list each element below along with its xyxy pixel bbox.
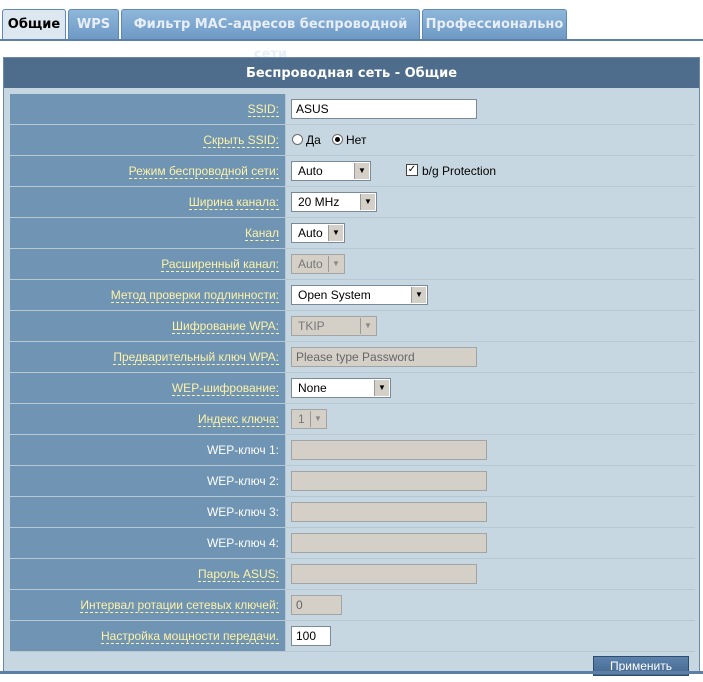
ext-channel-select[interactable]: Auto ▼	[291, 254, 345, 274]
hide-ssid-no-radio[interactable]	[332, 134, 343, 145]
bg-protection-checkbox[interactable]: ✓	[406, 164, 418, 176]
chevron-down-icon: ▼	[360, 318, 375, 334]
panel-footer: Применить	[10, 652, 695, 682]
settings-rows: SSID: ASUS Скрыть SSID: Да Нет Режим бес…	[10, 94, 695, 682]
key-rotation-label[interactable]: Интервал ротации сетевых ключей:	[80, 598, 279, 613]
auth-method-select[interactable]: Open System ▼	[291, 285, 428, 305]
tab-wps[interactable]: WPS	[68, 9, 119, 39]
wep-encryption-label[interactable]: WEP-шифрование:	[171, 381, 279, 396]
settings-panel: Беспроводная сеть - Общие SSID: ASUS Скр…	[3, 57, 700, 676]
wep-key4-input[interactable]	[291, 533, 487, 553]
wep-key3-input[interactable]	[291, 502, 487, 522]
asus-password-label[interactable]: Пароль ASUS:	[198, 567, 279, 582]
wpa-psk-label[interactable]: Предварительный ключ WPA:	[113, 350, 279, 365]
tab-professional[interactable]: Профессионально	[422, 9, 567, 39]
wireless-mode-label[interactable]: Режим беспроводной сети:	[128, 164, 279, 179]
row-wep-encryption: WEP-шифрование: None ▼	[10, 373, 695, 404]
tab-divider	[0, 39, 703, 41]
channel-label[interactable]: Канал	[245, 226, 279, 241]
row-auth-method: Метод проверки подлинности: Open System …	[10, 280, 695, 311]
wpa-encryption-label[interactable]: Шифрование WPA:	[172, 319, 279, 334]
tx-power-label[interactable]: Настройка мощности передачи.	[101, 629, 279, 644]
row-hide-ssid: Скрыть SSID: Да Нет	[10, 125, 695, 156]
key-index-label[interactable]: Индекс ключа:	[197, 412, 279, 427]
tab-general[interactable]: Общие	[2, 9, 66, 40]
chevron-down-icon: ▼	[360, 194, 375, 210]
row-channel: Канал Auto ▼	[10, 218, 695, 249]
wep-key1-label: WEP-ключ 1:	[10, 435, 286, 465]
chevron-down-icon: ▼	[411, 287, 426, 303]
row-wep-key2: WEP-ключ 2:	[10, 466, 695, 497]
panel-title: Беспроводная сеть - Общие	[4, 58, 699, 88]
wep-key4-label: WEP-ключ 4:	[10, 528, 286, 558]
row-ext-channel: Расширенный канал: Auto ▼	[10, 249, 695, 280]
wep-key2-input[interactable]	[291, 471, 487, 491]
key-index-select[interactable]: 1 ▼	[291, 409, 327, 429]
tx-power-input[interactable]: 100	[291, 626, 331, 646]
hide-ssid-yes-radio[interactable]	[292, 134, 303, 145]
channel-width-label[interactable]: Ширина канала:	[188, 195, 279, 210]
row-key-rotation: Интервал ротации сетевых ключей: 0	[10, 590, 695, 621]
row-wireless-mode: Режим беспроводной сети: Auto ▼ ✓ b/g Pr…	[10, 156, 695, 187]
row-wep-key1: WEP-ключ 1:	[10, 435, 695, 466]
channel-select[interactable]: Auto ▼	[291, 223, 345, 243]
ssid-input[interactable]: ASUS	[291, 99, 477, 119]
bg-protection-label: b/g Protection	[422, 164, 497, 178]
row-tx-power: Настройка мощности передачи. 100	[10, 621, 695, 652]
row-channel-width: Ширина канала: 20 MHz ▼	[10, 187, 695, 218]
chevron-down-icon: ▼	[374, 380, 389, 396]
wep-key3-label: WEP-ключ 3:	[10, 497, 286, 527]
chevron-down-icon: ▼	[328, 256, 343, 272]
wep-key2-label: WEP-ключ 2:	[10, 466, 286, 496]
channel-width-select[interactable]: 20 MHz ▼	[291, 192, 377, 212]
chevron-down-icon: ▼	[354, 163, 369, 179]
wep-key1-input[interactable]	[291, 440, 487, 460]
row-wpa-psk: Предварительный ключ WPA: Please type Pa…	[10, 342, 695, 373]
chevron-down-icon: ▼	[328, 225, 343, 241]
chevron-down-icon: ▼	[310, 411, 325, 427]
tab-mac-filter[interactable]: Фильтр MAC-адресов беспроводной сети	[121, 9, 420, 62]
row-wep-key3: WEP-ключ 3:	[10, 497, 695, 528]
wpa-encryption-select[interactable]: TKIP ▼	[291, 316, 377, 336]
wep-encryption-select[interactable]: None ▼	[291, 378, 391, 398]
row-wpa-encryption: Шифрование WPA: TKIP ▼	[10, 311, 695, 342]
tab-bar: Общие WPS Фильтр MAC-адресов беспроводно…	[0, 0, 703, 62]
hide-ssid-no-label: Нет	[346, 133, 367, 147]
hide-ssid-yes-label: Да	[306, 133, 321, 147]
ext-channel-label[interactable]: Расширенный канал:	[161, 257, 279, 272]
row-key-index: Индекс ключа: 1 ▼	[10, 404, 695, 435]
wpa-psk-input[interactable]: Please type Password	[291, 347, 477, 367]
key-rotation-input[interactable]: 0	[291, 595, 342, 615]
wireless-mode-select[interactable]: Auto ▼	[291, 161, 371, 181]
hide-ssid-label[interactable]: Скрыть SSID:	[203, 133, 279, 148]
auth-method-label[interactable]: Метод проверки подлинности:	[110, 288, 279, 303]
asus-password-input[interactable]	[291, 564, 477, 584]
row-ssid: SSID: ASUS	[10, 94, 695, 125]
row-asus-password: Пароль ASUS:	[10, 559, 695, 590]
ssid-label[interactable]: SSID:	[247, 102, 279, 117]
row-wep-key4: WEP-ключ 4:	[10, 528, 695, 559]
